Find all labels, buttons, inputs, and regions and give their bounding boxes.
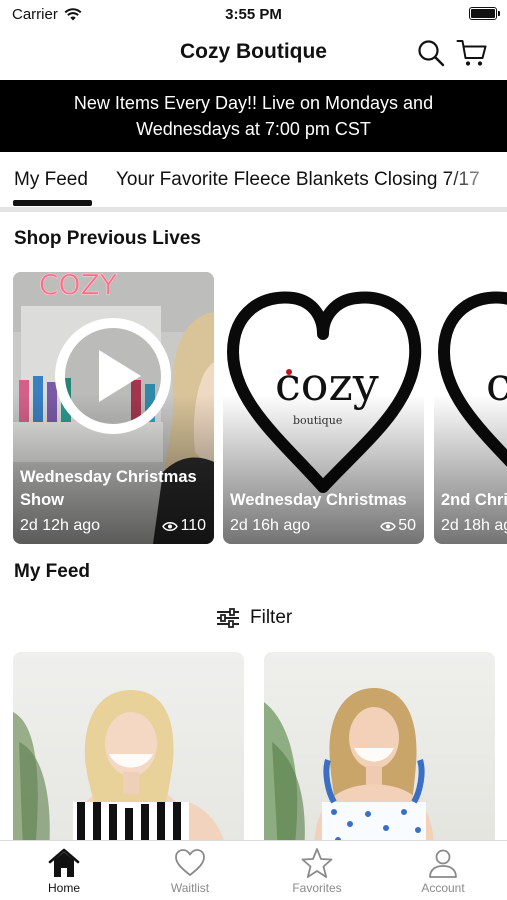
live-meta: 2d 16h ago 50 [230, 517, 416, 535]
banner-line-2: Wednesdays at 7:00 pm CST [136, 119, 371, 139]
product-card[interactable] [264, 652, 495, 852]
nav-item-account[interactable]: Account [393, 847, 493, 895]
live-card[interactable]: COZY Wednesday Christmas Show 2d 12h ago… [13, 272, 214, 544]
nav-label: Favorites [292, 881, 342, 895]
home-icon [48, 848, 80, 877]
eye-icon [162, 521, 179, 531]
announcement-banner: New Items Every Day!! Live on Mondays an… [0, 80, 507, 152]
nav-item-waitlist[interactable]: Waitlist [140, 847, 240, 895]
section-title-lives: Shop Previous Lives [14, 228, 201, 249]
section-title-feed: My Feed [14, 561, 91, 582]
cart-button[interactable] [456, 38, 487, 68]
filter-label: Filter [250, 607, 293, 628]
live-card[interactable]: cozy boutique Wednesday Christmas 2d 16h… [223, 272, 424, 544]
view-count-value: 50 [398, 517, 416, 534]
lives-carousel[interactable]: COZY Wednesday Christmas Show 2d 12h ago… [0, 272, 507, 544]
status-time: 3:55 PM [225, 6, 282, 23]
view-count-value: 110 [180, 517, 206, 534]
filter-button[interactable]: Filter [216, 605, 292, 631]
tab-fade-overlay [447, 152, 507, 208]
live-title: Wednesday Christmas Show [20, 468, 197, 509]
live-title: Wednesday Christmas [230, 491, 407, 509]
neon-sign-text: COZY [39, 272, 118, 301]
live-age: 2d 16h ago [230, 517, 311, 534]
view-count: 50 [380, 517, 416, 535]
product-card[interactable] [13, 652, 244, 852]
search-icon [418, 40, 445, 67]
view-count: 110 [162, 517, 206, 535]
nav-item-favorites[interactable]: Favorites [267, 847, 367, 895]
live-meta: 2d 18h ago [441, 517, 507, 535]
app-header: Cozy Boutique [0, 28, 507, 78]
banner-line-1: New Items Every Day!! Live on Mondays an… [73, 93, 434, 113]
product-image [13, 690, 227, 852]
live-meta: 2d 12h ago 110 [20, 517, 206, 535]
nav-label: Account [421, 881, 465, 895]
sliders-icon [217, 608, 239, 628]
cart-icon [456, 40, 487, 66]
star-icon [301, 848, 333, 878]
status-bar: Carrier 3:55 PM [0, 0, 507, 28]
tab-separator [0, 207, 507, 212]
battery-icon [469, 7, 500, 20]
eye-icon [380, 521, 397, 531]
tab-fleece-blankets[interactable]: Your Favorite Fleece Blankets Closing 7/… [116, 169, 480, 191]
nav-item-home[interactable]: Home [14, 847, 114, 895]
tab-active-indicator [13, 200, 92, 206]
live-card[interactable]: cozy 2nd Christmas 2d 18h ago [434, 272, 507, 544]
bottom-nav: Home Waitlist Favorites Account [0, 840, 507, 900]
tab-bar: My Feed Your Favorite Fleece Blankets Cl… [0, 152, 507, 208]
nav-label: Waitlist [170, 881, 210, 895]
tab-my-feed[interactable]: My Feed [14, 169, 88, 191]
product-image [264, 688, 434, 852]
live-age: 2d 12h ago [20, 517, 101, 534]
play-icon[interactable] [53, 316, 173, 436]
search-button[interactable] [416, 38, 446, 68]
live-age: 2d 18h ago [441, 517, 507, 534]
live-title: 2nd Christmas [441, 491, 507, 509]
heart-icon [175, 849, 205, 876]
account-icon [429, 849, 457, 878]
nav-label: Home [47, 881, 80, 895]
